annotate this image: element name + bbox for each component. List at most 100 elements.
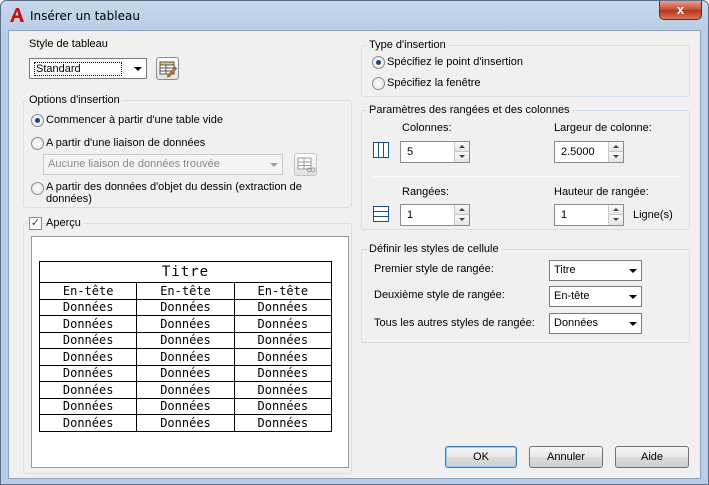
rows-cols-label: Paramètres des rangées et des colonnes <box>367 104 572 116</box>
columns-stepper[interactable]: 5 <box>400 141 470 163</box>
preview-data-cell: Données <box>136 414 235 432</box>
preview-label[interactable]: Aperçu <box>46 217 83 229</box>
preview-data-cell: Données <box>136 331 235 349</box>
preview-header-cell: En-tête <box>38 282 138 300</box>
dialog-window: Insérer un tableau x Style de tableau St… <box>0 0 709 485</box>
rows-icon <box>373 206 389 222</box>
preview-data-cell: Données <box>38 414 138 432</box>
preview-data-cell: Données <box>136 315 235 333</box>
radio-empty-table-label[interactable]: Commencer à partir d'une table vide <box>46 114 223 126</box>
stepper-down-icon[interactable] <box>609 215 623 225</box>
ok-button[interactable]: OK <box>445 446 517 468</box>
cell-styles-label: Définir les styles de cellule <box>367 243 501 255</box>
preview-data-cell: Données <box>233 364 333 382</box>
columns-label: Colonnes: <box>402 122 452 134</box>
preview-data-cell: Données <box>38 298 138 316</box>
preview-table: Titre En-tête En-tête En-tête Données Do… <box>38 261 333 432</box>
preview-data-cell: Données <box>136 381 235 399</box>
close-button[interactable]: x <box>659 1 702 20</box>
rows-label: Rangées: <box>402 186 450 198</box>
preview-checkbox[interactable]: ✓ <box>29 217 42 230</box>
dialog-client-area: Style de tableau Standard Options d'inse… <box>8 30 701 479</box>
data-link-combo[interactable]: Aucune liaison de données trouvée <box>43 154 283 175</box>
preview-data-cell: Données <box>233 298 333 316</box>
row-height-unit: Ligne(s) <box>633 209 673 221</box>
table-row: Données Données Données <box>38 364 333 382</box>
radio-extract-data-label-line2[interactable]: données) <box>46 193 92 205</box>
window-title: Insérer un tableau <box>30 9 140 23</box>
preview-data-cell: Données <box>136 348 235 366</box>
other-rows-style-value: Données <box>554 317 599 329</box>
preview-data-cell: Données <box>136 397 235 415</box>
row-height-stepper-buttons <box>608 205 623 225</box>
table-style-value: Standard <box>34 62 122 76</box>
first-row-style-label: Premier style de rangée: <box>374 263 494 275</box>
radio-window[interactable] <box>372 77 385 90</box>
table-row: Données Données Données <box>38 298 333 316</box>
cancel-button[interactable]: Annuler <box>529 446 603 468</box>
stepper-down-icon[interactable] <box>455 152 469 162</box>
insertion-type-group <box>361 45 690 97</box>
stepper-down-icon[interactable] <box>455 215 469 225</box>
col-width-value: 2.5000 <box>561 146 595 158</box>
stepper-up-icon[interactable] <box>455 205 469 215</box>
chevron-down-icon <box>629 322 637 326</box>
preview-data-cell: Données <box>38 331 138 349</box>
radio-extract-data[interactable] <box>31 182 44 195</box>
radio-window-label[interactable]: Spécifiez la fenêtre <box>387 77 481 89</box>
insertion-type-label: Type d'insertion <box>367 39 448 51</box>
columns-icon <box>373 142 389 158</box>
col-width-stepper[interactable]: 2.5000 <box>554 141 624 163</box>
table-row: Données Données Données <box>38 315 333 333</box>
table-row: Données Données Données <box>38 414 333 432</box>
radio-extract-data-label[interactable]: A partir des données d'objet du dessin (… <box>46 181 302 193</box>
first-row-style-combo[interactable]: Titre <box>549 260 642 281</box>
table-row: Données Données Données <box>38 348 333 366</box>
stepper-up-icon[interactable] <box>455 142 469 152</box>
preview-data-cell: Données <box>233 397 333 415</box>
row-height-stepper[interactable]: 1 <box>554 204 624 226</box>
radio-data-link-label[interactable]: A partir d'une liaison de données <box>46 137 205 149</box>
col-width-stepper-buttons <box>608 142 623 162</box>
rows-stepper[interactable]: 1 <box>400 204 470 226</box>
preview-data-cell: Données <box>233 315 333 333</box>
radio-insertion-point[interactable] <box>372 56 385 69</box>
preview-data-cell: Données <box>38 381 138 399</box>
preview-title-cell: Titre <box>39 261 332 283</box>
close-icon: x <box>676 2 685 17</box>
preview-data-cell: Données <box>233 414 333 432</box>
second-row-style-value: En-tête <box>554 290 590 302</box>
insert-options-label: Options d'insertion <box>27 94 122 106</box>
table-row: Données Données Données <box>38 397 333 415</box>
row-height-value: 1 <box>561 209 568 221</box>
chevron-down-icon <box>134 67 142 71</box>
other-rows-style-label: Tous les autres styles de rangée: <box>374 317 535 329</box>
autocad-logo-icon <box>10 8 24 22</box>
stepper-up-icon[interactable] <box>609 205 623 215</box>
columns-value: 5 <box>407 146 414 158</box>
chevron-down-icon <box>629 269 637 273</box>
preview-data-cell: Données <box>233 381 333 399</box>
table-row: Données Données Données <box>38 331 333 349</box>
data-link-manager-button[interactable] <box>294 153 317 176</box>
stepper-down-icon[interactable] <box>609 152 623 162</box>
radio-data-link[interactable] <box>31 137 44 150</box>
title-bar[interactable]: Insérer un tableau x <box>1 1 708 30</box>
chevron-down-icon <box>270 163 278 167</box>
rows-value: 1 <box>407 209 414 221</box>
preview-header-cell: En-tête <box>233 282 333 300</box>
table-style-edit-button[interactable] <box>156 57 179 80</box>
help-button[interactable]: Aide <box>615 446 689 468</box>
table-style-combo[interactable]: Standard <box>29 58 147 79</box>
preview-data-cell: Données <box>233 331 333 349</box>
second-row-style-combo[interactable]: En-tête <box>549 286 642 307</box>
columns-stepper-buttons <box>454 142 469 162</box>
preview-data-cell: Données <box>136 298 235 316</box>
chevron-down-icon <box>629 295 637 299</box>
table-row: Données Données Données <box>38 381 333 399</box>
radio-empty-table[interactable] <box>31 114 44 127</box>
radio-insertion-point-label[interactable]: Spécifiez le point d'insertion <box>387 56 523 68</box>
other-rows-style-combo[interactable]: Données <box>549 313 642 334</box>
stepper-up-icon[interactable] <box>609 142 623 152</box>
second-row-style-label: Deuxième style de rangée: <box>374 289 505 301</box>
